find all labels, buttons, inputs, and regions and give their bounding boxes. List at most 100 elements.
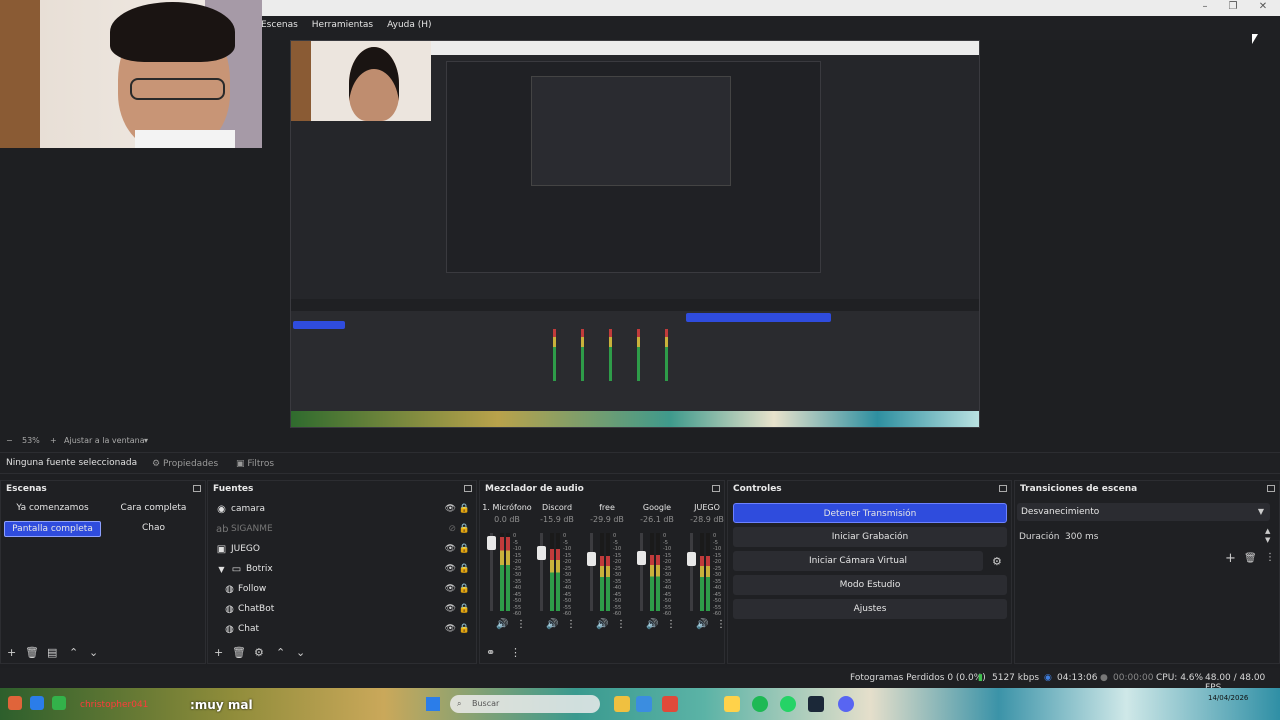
settings-button[interactable]: Ajustes xyxy=(733,599,1007,619)
lock-icon[interactable]: 🔒 xyxy=(459,564,470,574)
trash-icon[interactable]: 🗑 xyxy=(1244,553,1257,564)
lock-icon[interactable]: 🔒 xyxy=(459,504,470,514)
zoom-in-icon[interactable]: + xyxy=(50,436,57,445)
speaker-icon[interactable]: 🔊 xyxy=(546,619,558,630)
source-row[interactable]: ◍ Chat 👁 🔒 xyxy=(208,621,476,641)
source-row[interactable]: ▣ JUEGO 👁 🔒 xyxy=(208,541,476,561)
taskbar-search[interactable]: ⌕ Buscar xyxy=(450,695,600,713)
speaker-icon[interactable]: 🔊 xyxy=(596,619,608,630)
link-icon[interactable]: ⚭ xyxy=(486,647,495,659)
start-virtual-camera-button[interactable]: Iniciar Cámara Virtual xyxy=(733,551,983,571)
chevron-down-icon[interactable]: ▾ xyxy=(144,436,148,445)
steam-icon[interactable] xyxy=(808,696,824,712)
more-icon[interactable]: ⋮ xyxy=(716,619,726,630)
gear-icon[interactable]: ⚙ xyxy=(992,555,1002,568)
scene-pantalla-completa[interactable]: Pantalla completa xyxy=(4,521,101,537)
speaker-icon[interactable]: 🔊 xyxy=(496,619,508,630)
visibility-hidden-icon[interactable]: ⊘ xyxy=(448,524,456,534)
lock-icon[interactable]: 🔒 xyxy=(459,604,470,614)
volume-knob[interactable] xyxy=(537,546,546,560)
undock-icon[interactable] xyxy=(464,485,472,492)
properties-button[interactable]: ⚙ Propiedades xyxy=(146,456,224,472)
volume-knob[interactable] xyxy=(637,551,646,565)
minimize-icon[interactable]: – xyxy=(1190,0,1220,14)
menu-ayuda[interactable]: Ayuda (H) xyxy=(387,20,431,30)
close-icon[interactable]: ✕ xyxy=(1248,0,1278,14)
move-down-icon[interactable]: ⌄ xyxy=(296,647,305,659)
transition-select[interactable]: Desvanecimiento ▼ xyxy=(1017,503,1270,521)
volume-slider[interactable] xyxy=(587,533,596,611)
lock-icon[interactable]: 🔒 xyxy=(459,584,470,594)
app-icon[interactable] xyxy=(662,696,678,712)
menu-escenas[interactable]: Escenas xyxy=(261,20,298,30)
zoom-fit-label[interactable]: Ajustar a la ventana xyxy=(64,436,145,445)
more-icon[interactable]: ⋮ xyxy=(616,619,626,630)
undock-icon[interactable] xyxy=(999,485,1007,492)
app-icon[interactable] xyxy=(52,696,66,710)
trash-icon[interactable]: 🗑 xyxy=(25,647,39,659)
filter-icon[interactable]: ▤ xyxy=(47,647,57,659)
visibility-eye-icon[interactable]: 👁 xyxy=(445,564,456,574)
undock-icon[interactable] xyxy=(193,485,201,492)
chevron-down-icon[interactable]: ▼ xyxy=(216,564,227,575)
source-row[interactable]: ab SIGANME ⊘ 🔒 xyxy=(208,521,476,541)
more-icon[interactable]: ⋮ xyxy=(510,647,521,659)
duration-input[interactable]: 300 ms xyxy=(1065,532,1099,542)
visibility-eye-icon[interactable]: 👁 xyxy=(445,544,456,554)
lock-icon[interactable]: 🔒 xyxy=(459,524,470,534)
stop-streaming-button[interactable]: Detener Transmisión xyxy=(733,503,1007,523)
more-icon[interactable]: ⋮ xyxy=(566,619,576,630)
maximize-icon[interactable]: ❐ xyxy=(1218,0,1248,14)
volume-knob[interactable] xyxy=(587,552,596,566)
filters-button[interactable]: ▣ Filtros xyxy=(230,456,280,472)
program-preview[interactable] xyxy=(290,40,980,428)
windows-start-icon[interactable] xyxy=(426,697,440,711)
volume-slider[interactable] xyxy=(537,533,546,611)
whatsapp-icon[interactable] xyxy=(780,696,796,712)
discord-icon[interactable] xyxy=(838,696,854,712)
visibility-eye-icon[interactable]: 👁 xyxy=(445,604,456,614)
undock-icon[interactable] xyxy=(1267,485,1275,492)
more-icon[interactable]: ⋮ xyxy=(1265,552,1275,563)
volume-slider[interactable] xyxy=(687,533,696,611)
volume-slider[interactable] xyxy=(637,533,646,611)
lock-icon[interactable]: 🔒 xyxy=(459,624,470,634)
app-icon[interactable] xyxy=(30,696,44,710)
visibility-eye-icon[interactable]: 👁 xyxy=(445,624,456,634)
zoom-out-icon[interactable]: − xyxy=(6,436,13,445)
folder-icon[interactable] xyxy=(724,696,740,712)
browser-icon[interactable] xyxy=(636,696,652,712)
speaker-icon[interactable]: 🔊 xyxy=(646,619,658,630)
undock-icon[interactable] xyxy=(712,485,720,492)
add-icon[interactable]: + xyxy=(7,647,16,659)
more-icon[interactable]: ⋮ xyxy=(666,619,676,630)
move-down-icon[interactable]: ⌄ xyxy=(89,647,98,659)
spotify-icon[interactable] xyxy=(752,696,768,712)
app-icon[interactable] xyxy=(8,696,22,710)
menu-herramientas[interactable]: Herramientas xyxy=(312,20,373,30)
duration-stepper[interactable]: ▲ ▼ xyxy=(1265,527,1270,545)
source-row[interactable]: ◉ camara 👁 🔒 xyxy=(208,501,476,521)
volume-knob[interactable] xyxy=(487,536,496,550)
file-explorer-icon[interactable] xyxy=(614,696,630,712)
source-row[interactable]: ◍ Follow 👁 🔒 xyxy=(208,581,476,601)
start-recording-button[interactable]: Iniciar Grabación xyxy=(733,527,1007,547)
studio-mode-button[interactable]: Modo Estudio xyxy=(733,575,1007,595)
scene-cara-completa[interactable]: Cara completa xyxy=(105,501,202,517)
source-row[interactable]: ◍ ChatBot 👁 🔒 xyxy=(208,601,476,621)
visibility-eye-icon[interactable]: 👁 xyxy=(445,504,456,514)
source-row[interactable]: ▼ ▭ Botrix 👁 🔒 xyxy=(208,561,476,581)
trash-icon[interactable]: 🗑 xyxy=(232,647,246,659)
scene-ya-comenzamos[interactable]: Ya comenzamos xyxy=(4,501,101,517)
add-icon[interactable]: + xyxy=(1225,551,1236,566)
move-up-icon[interactable]: ⌃ xyxy=(276,647,285,659)
visibility-eye-icon[interactable]: 👁 xyxy=(445,584,456,594)
volume-slider[interactable] xyxy=(487,533,496,611)
gear-icon[interactable]: ⚙ xyxy=(254,647,264,659)
more-icon[interactable]: ⋮ xyxy=(516,619,526,630)
volume-knob[interactable] xyxy=(687,552,696,566)
add-icon[interactable]: + xyxy=(214,647,223,659)
move-up-icon[interactable]: ⌃ xyxy=(69,647,78,659)
lock-icon[interactable]: 🔒 xyxy=(459,544,470,554)
speaker-icon[interactable]: 🔊 xyxy=(696,619,708,630)
